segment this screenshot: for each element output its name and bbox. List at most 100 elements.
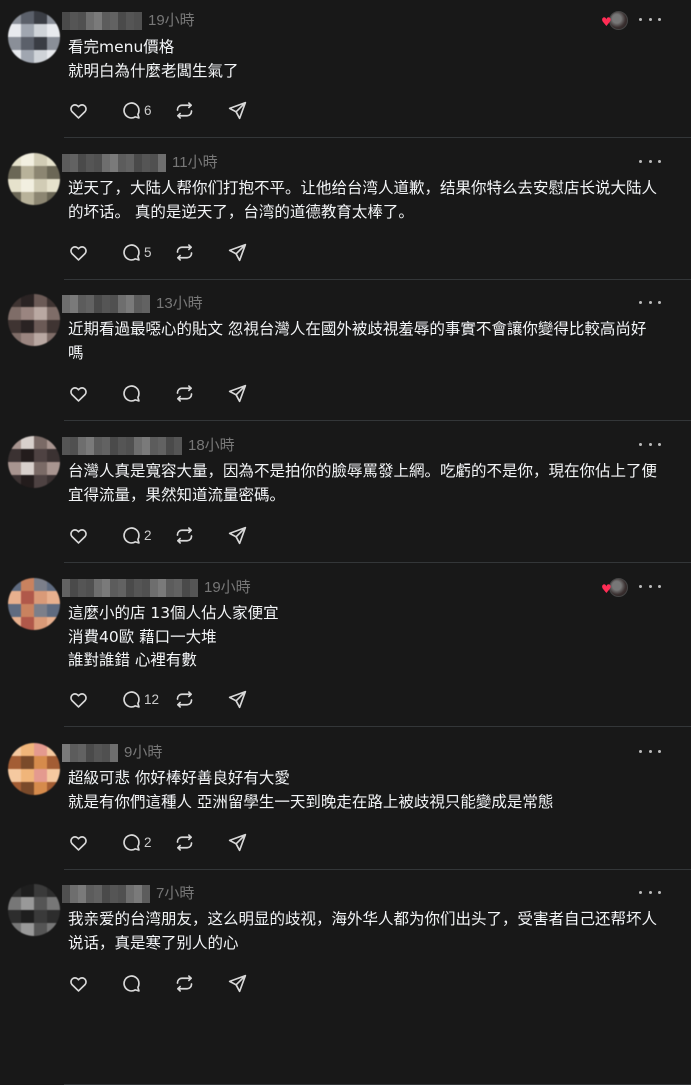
divider xyxy=(64,869,691,870)
username[interactable] xyxy=(62,12,142,30)
username[interactable] xyxy=(62,579,198,597)
timestamp: 9小時 xyxy=(124,744,163,761)
share-button[interactable] xyxy=(227,688,280,710)
repost-button[interactable] xyxy=(174,99,227,121)
like-icon xyxy=(68,383,89,404)
like-button[interactable] xyxy=(68,831,121,853)
username[interactable] xyxy=(62,744,118,762)
repost-icon xyxy=(174,100,195,121)
like-button[interactable] xyxy=(68,972,121,994)
share-button[interactable] xyxy=(227,524,280,546)
reply-count: 6 xyxy=(144,102,152,118)
reply-count: 2 xyxy=(144,834,152,850)
red-heart-icon: ♥ xyxy=(601,15,612,29)
share-icon xyxy=(227,383,248,404)
author-avatar xyxy=(609,578,628,597)
share-button[interactable] xyxy=(227,382,280,404)
repost-icon xyxy=(174,525,195,546)
like-button[interactable] xyxy=(68,241,121,263)
reply-button[interactable]: 2 xyxy=(121,831,174,853)
more-options-icon[interactable] xyxy=(639,578,661,594)
post-text: 超級可悲 你好棒好善良好有大愛 就是有你們這種人 亞洲留學生一天到晚走在路上被歧… xyxy=(68,769,554,811)
username[interactable] xyxy=(62,885,150,903)
author-liked-badge: ♥ xyxy=(601,578,628,598)
share-button[interactable] xyxy=(227,972,280,994)
share-icon xyxy=(227,973,248,994)
timestamp: 19小時 xyxy=(204,579,251,596)
like-icon xyxy=(68,689,89,710)
more-options-icon[interactable] xyxy=(639,153,661,169)
like-button[interactable] xyxy=(68,99,121,121)
share-button[interactable] xyxy=(227,241,280,263)
reply-count: 2 xyxy=(144,527,152,543)
more-options-icon[interactable] xyxy=(639,436,661,452)
red-heart-icon: ♥ xyxy=(601,582,612,596)
repost-button[interactable] xyxy=(174,382,227,404)
timestamp: 18小時 xyxy=(188,437,235,454)
share-icon xyxy=(227,525,248,546)
repost-icon xyxy=(174,973,195,994)
avatar[interactable] xyxy=(8,743,60,795)
more-options-icon[interactable] xyxy=(639,11,661,27)
share-button[interactable] xyxy=(227,99,280,121)
repost-icon xyxy=(174,832,195,853)
more-options-icon[interactable] xyxy=(639,743,661,759)
divider xyxy=(64,137,691,138)
share-button[interactable] xyxy=(227,831,280,853)
repost-button[interactable] xyxy=(174,524,227,546)
divider xyxy=(64,420,691,421)
timestamp: 19小時 xyxy=(148,12,195,29)
reply-button[interactable]: 2 xyxy=(121,524,174,546)
like-button[interactable] xyxy=(68,688,121,710)
share-icon xyxy=(227,832,248,853)
username[interactable] xyxy=(62,295,150,313)
repost-button[interactable] xyxy=(174,831,227,853)
reply-icon xyxy=(121,383,142,404)
repost-icon xyxy=(174,689,195,710)
reply-icon xyxy=(121,832,142,853)
like-icon xyxy=(68,242,89,263)
repost-button[interactable] xyxy=(174,972,227,994)
repost-button[interactable] xyxy=(174,241,227,263)
repost-button[interactable] xyxy=(174,688,227,710)
post-text: 看完menu價格 就明白為什麼老闆生氣了 xyxy=(68,38,239,80)
repost-icon xyxy=(174,383,195,404)
avatar[interactable] xyxy=(8,578,60,630)
avatar[interactable] xyxy=(8,884,60,936)
reply-icon xyxy=(121,689,142,710)
reply-button[interactable]: 5 xyxy=(121,241,174,263)
timestamp: 7小時 xyxy=(156,885,195,902)
divider xyxy=(64,726,691,727)
reply-button[interactable]: 6 xyxy=(121,99,174,121)
timestamp: 11小時 xyxy=(172,154,218,171)
share-icon xyxy=(227,100,248,121)
reply-button[interactable]: 12 xyxy=(121,688,174,710)
like-icon xyxy=(68,100,89,121)
post-text: 這麼小的店 13個人佔人家便宜 消費40歐 藉口一大堆 誰對誰錯 心裡有數 xyxy=(68,604,279,669)
more-options-icon[interactable] xyxy=(639,884,661,900)
reply-icon xyxy=(121,525,142,546)
timestamp: 13小時 xyxy=(156,295,203,312)
reply-button[interactable] xyxy=(121,382,174,404)
like-icon xyxy=(68,525,89,546)
author-avatar xyxy=(609,11,628,30)
username[interactable] xyxy=(62,437,182,455)
avatar[interactable] xyxy=(8,153,60,205)
username[interactable] xyxy=(62,154,166,172)
repost-icon xyxy=(174,242,195,263)
like-button[interactable] xyxy=(68,382,121,404)
more-options-icon[interactable] xyxy=(639,294,661,310)
post-text: 近期看過最噁心的貼文 忽視台灣人在國外被歧視羞辱的事實不會讓你變得比較高尚好嗎 xyxy=(68,320,647,362)
like-button[interactable] xyxy=(68,524,121,546)
post-text: 台灣人真是寬容大量，因為不是拍你的臉辱罵發上網。吃虧的不是你，現在你佔上了便宜得… xyxy=(68,462,658,504)
like-icon xyxy=(68,973,89,994)
avatar[interactable] xyxy=(8,11,60,63)
divider xyxy=(64,279,691,280)
reply-button[interactable] xyxy=(121,972,174,994)
post-text: 我亲爱的台湾朋友，这么明显的歧视，海外华人都为你们出头了，受害者自己还帮坏人说话… xyxy=(68,910,658,952)
avatar[interactable] xyxy=(8,436,60,488)
share-icon xyxy=(227,242,248,263)
avatar[interactable] xyxy=(8,294,60,346)
reply-count: 5 xyxy=(144,244,152,260)
post-text: 逆天了，大陆人帮你们打抱不平。让他给台湾人道歉，结果你特么去安慰店长说大陆人的坏… xyxy=(68,179,658,221)
